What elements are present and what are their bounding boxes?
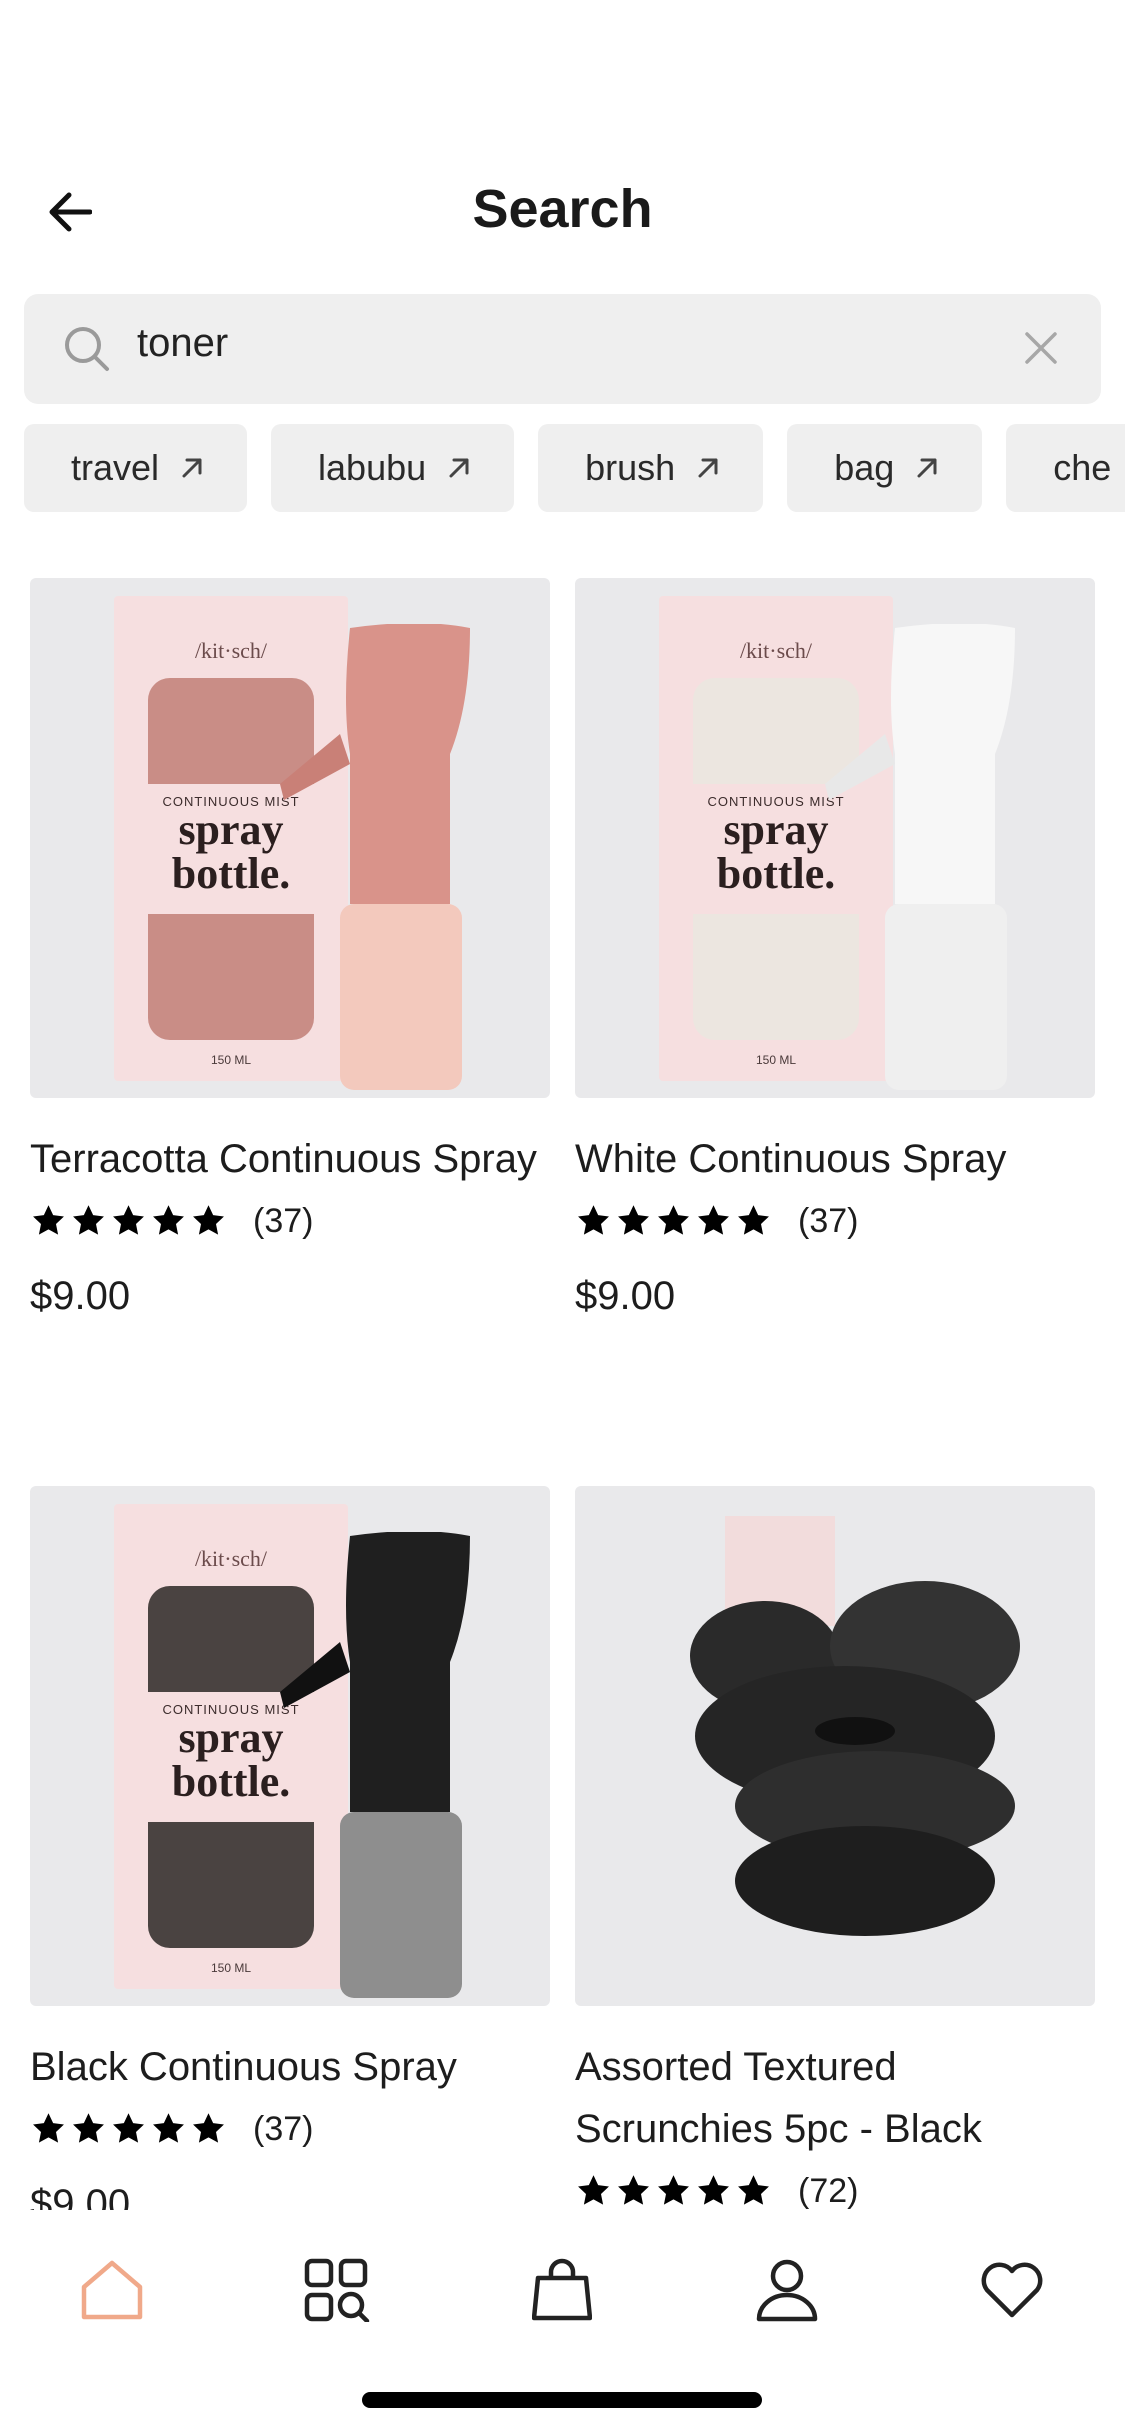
chip-label: labubu [318,447,427,488]
clear-icon[interactable] [1019,326,1063,370]
black-scrunchies-image[interactable] [575,1486,1095,2006]
review-count: (37) [253,2109,314,2148]
star-rating-icon [575,2173,772,2209]
star-rating-icon [30,1203,227,1239]
review-count: (72) [798,2171,859,2210]
search-icon [65,327,109,371]
arrow-up-right-icon [698,458,718,478]
product-rating: (37) [30,1196,550,1246]
star-rating-icon [30,2111,227,2147]
product-rating: (72) [575,2166,1095,2216]
chip-che[interactable]: che [1006,424,1125,512]
star-rating-icon [575,1203,772,1239]
product-name[interactable]: Black Continuous Spray [30,2036,550,2098]
chip-bag[interactable]: bag [787,424,983,512]
product-price: $9.00 [30,1274,131,1318]
tab-home[interactable] [72,2250,152,2330]
product-price: $9.00 [575,1274,676,1318]
black-spray-bottle-image[interactable]: /kit·sch/ CONTINUOUS MIST spray bottle. 1… [30,1486,550,2006]
product-card[interactable]: /kit·sch/ CONTINUOUS MIST spray bottle. 1… [30,578,550,1319]
product-card[interactable]: /kit·sch/ CONTINUOUS MIST spray bottle. 1… [575,578,1095,1319]
search-input[interactable]: toner [24,294,1101,404]
chip-brush[interactable]: brush [538,424,764,512]
terracotta-spray-bottle-image[interactable]: /kit·sch/ CONTINUOUS MIST spray bottle. 1… [30,578,550,1098]
arrow-up-right-icon [182,458,202,478]
browse-search-icon [304,2258,370,2322]
review-count: (37) [798,1201,859,1240]
product-rating: (37) [30,2104,550,2154]
product-name[interactable]: Assorted Textured Scrunchies 5pc - Black [575,2036,1095,2160]
product-name[interactable]: White Continuous Spray [575,1128,1095,1190]
product-card[interactable]: Assorted Textured Scrunchies 5pc - Black… [575,1486,1095,2216]
arrow-up-right-icon [449,458,469,478]
search-query-text[interactable]: toner [137,321,228,366]
chip-label: travel [71,447,160,488]
home-indicator [362,2392,762,2408]
tab-bag[interactable] [522,2250,602,2330]
chip-label: bag [834,447,895,488]
home-icon [81,2260,143,2320]
review-count: (37) [253,1201,314,1240]
product-rating: (37) [575,1196,1095,1246]
product-name[interactable]: Terracotta Continuous Spray [30,1128,550,1190]
chip-labubu[interactable]: labubu [271,424,515,512]
chip-label: brush [585,447,676,488]
spray-bottle-icon [280,624,470,1090]
suggestion-chips: travel labubu brush bag che [24,424,1125,512]
arrow-up-right-icon [917,458,937,478]
scrunchies-icon [690,1516,1020,1936]
white-spray-bottle-image[interactable]: /kit·sch/ CONTINUOUS MIST spray bottle. 1… [575,578,1095,1098]
spray-bottle-icon [280,1532,470,1998]
tab-browse[interactable] [297,2250,377,2330]
chip-travel[interactable]: travel [24,424,248,512]
account-icon [756,2259,818,2322]
shopping-bag-icon [532,2258,592,2321]
wishlist-heart-icon [981,2262,1043,2318]
product-card[interactable]: /kit·sch/ CONTINUOUS MIST spray bottle. 1… [30,1486,550,2227]
tab-account[interactable] [747,2250,827,2330]
spray-bottle-icon [825,624,1015,1090]
chip-label: che [1053,447,1112,488]
tab-wishlist[interactable] [972,2250,1052,2330]
header: Search [0,160,1125,270]
page-title: Search [472,179,653,239]
